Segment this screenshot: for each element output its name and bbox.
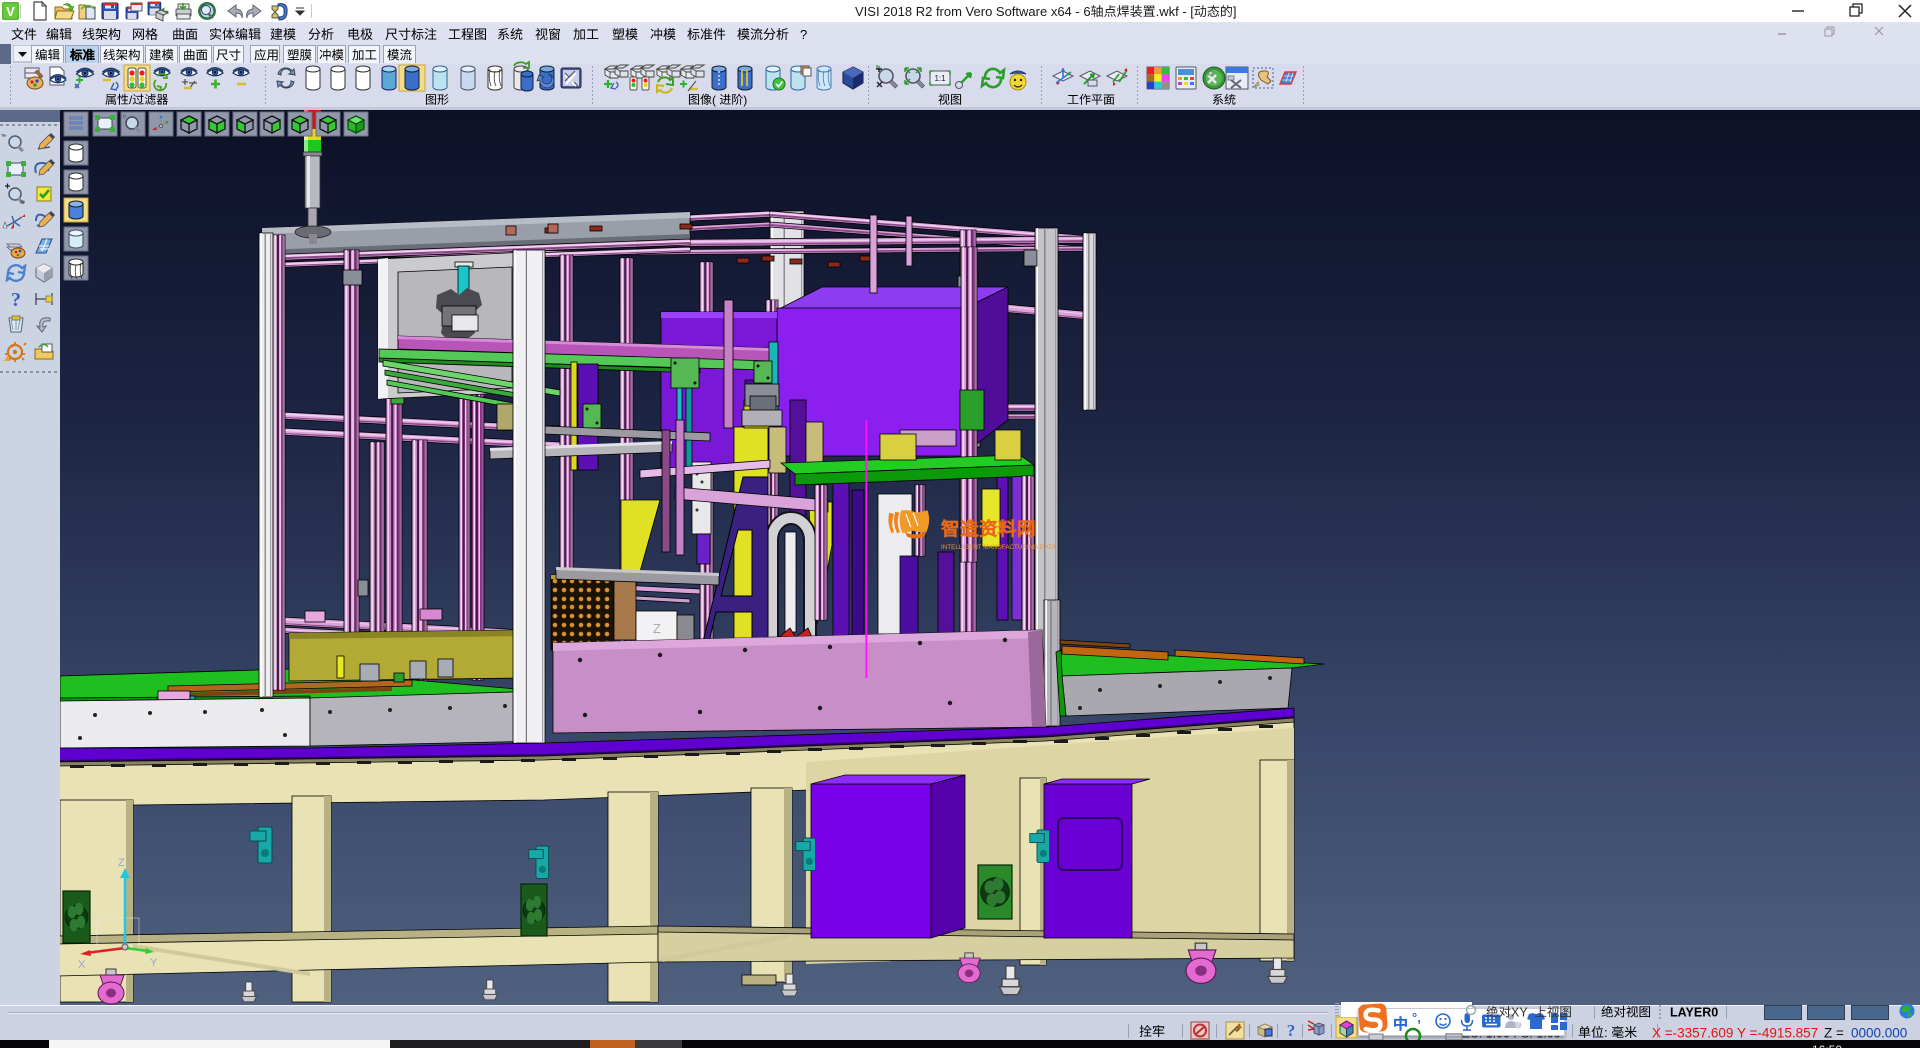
svg-text:7: 7 — [1516, 1023, 1520, 1030]
svg-text:0000.000: 0000.000 — [1851, 1025, 1907, 1040]
svg-text:Z =: Z = — [1824, 1025, 1844, 1040]
svg-text::: : — [1604, 1025, 1608, 1040]
svg-text:°,: °, — [1412, 1010, 1421, 1025]
svg-text:XY: XY — [1511, 1005, 1528, 1019]
svg-text:X =-3357.609 Y =-4915.857: X =-3357.609 Y =-4915.857 — [1652, 1025, 1818, 1040]
svg-text:LAYER0: LAYER0 — [1670, 1005, 1718, 1019]
